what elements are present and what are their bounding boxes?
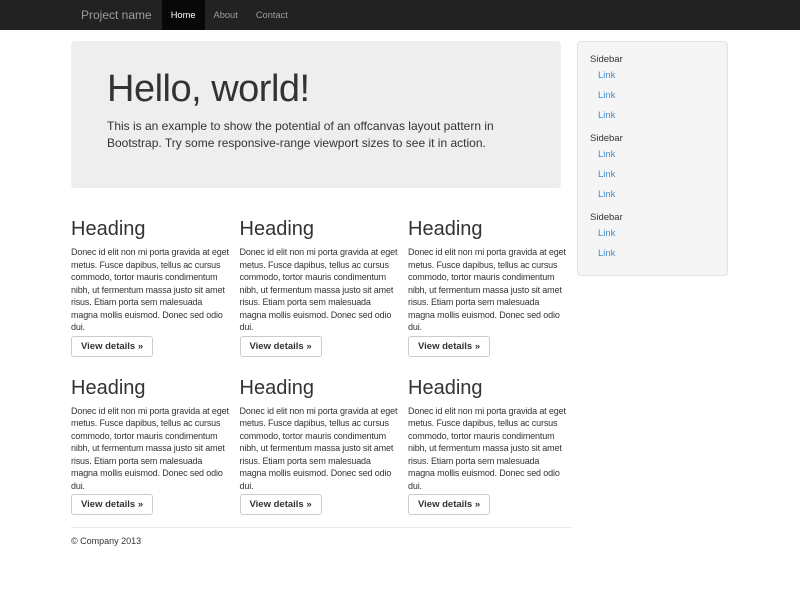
card-body-text: Donec id elit non mi porta gravida at eg… (240, 405, 403, 493)
main-content: Hello, world! This is an example to show… (71, 30, 571, 546)
navbar: Project name Home About Contact (0, 0, 800, 30)
card-heading: Heading (408, 218, 571, 240)
sidebar-group-title: Sidebar (590, 54, 715, 65)
view-details-button[interactable]: View details » (71, 494, 153, 515)
footer: © Company 2013 (71, 527, 571, 546)
card: Heading Donec id elit non mi porta gravi… (408, 198, 571, 357)
sidebar-link[interactable]: Link (598, 105, 715, 125)
card-body-text: Donec id elit non mi porta gravida at eg… (408, 246, 571, 334)
cards-row-1: Heading Donec id elit non mi porta gravi… (71, 198, 571, 357)
card-heading: Heading (408, 377, 571, 399)
card-heading: Heading (71, 218, 234, 240)
card: Heading Donec id elit non mi porta gravi… (71, 198, 234, 357)
view-details-button[interactable]: View details » (408, 494, 490, 515)
sidebar-link[interactable]: Link (598, 164, 715, 184)
card-body-text: Donec id elit non mi porta gravida at eg… (71, 405, 234, 493)
nav-item-about[interactable]: About (205, 0, 247, 30)
nav-item-contact[interactable]: Contact (247, 0, 297, 30)
sidebar-link[interactable]: Link (598, 144, 715, 164)
card: Heading Donec id elit non mi porta gravi… (71, 357, 234, 516)
card-heading: Heading (240, 377, 403, 399)
sidebar-link[interactable]: Link (598, 223, 715, 243)
card-body-text: Donec id elit non mi porta gravida at eg… (71, 246, 234, 334)
nav-item-home[interactable]: Home (162, 0, 205, 30)
view-details-button[interactable]: View details » (408, 336, 490, 357)
navbar-menu: Home About Contact (162, 0, 297, 30)
sidebar-link[interactable]: Link (598, 85, 715, 105)
jumbotron: Hello, world! This is an example to show… (71, 41, 561, 188)
sidebar-group-title: Sidebar (590, 212, 715, 223)
cards-row-2: Heading Donec id elit non mi porta gravi… (71, 357, 571, 516)
navbar-brand[interactable]: Project name (71, 0, 162, 30)
card-heading: Heading (71, 377, 234, 399)
sidebar-link[interactable]: Link (598, 65, 715, 85)
card-body-text: Donec id elit non mi porta gravida at eg… (240, 246, 403, 334)
card: Heading Donec id elit non mi porta gravi… (240, 198, 403, 357)
card: Heading Donec id elit non mi porta gravi… (408, 357, 571, 516)
view-details-button[interactable]: View details » (71, 336, 153, 357)
sidebar-link[interactable]: Link (598, 243, 715, 263)
sidebar-panel: Sidebar Link Link Link Sidebar Link Link… (577, 41, 728, 276)
copyright-text: © Company 2013 (71, 536, 571, 546)
sidebar-group-title: Sidebar (590, 133, 715, 144)
view-details-button[interactable]: View details » (240, 494, 322, 515)
view-details-button[interactable]: View details » (240, 336, 322, 357)
jumbotron-description: This is an example to show the potential… (107, 118, 525, 152)
page-container: Hello, world! This is an example to show… (71, 30, 729, 546)
card-heading: Heading (240, 218, 403, 240)
sidebar-link[interactable]: Link (598, 184, 715, 204)
card-body-text: Donec id elit non mi porta gravida at eg… (408, 405, 571, 493)
footer-divider (71, 527, 571, 528)
card: Heading Donec id elit non mi porta gravi… (240, 357, 403, 516)
jumbotron-title: Hello, world! (107, 68, 525, 111)
